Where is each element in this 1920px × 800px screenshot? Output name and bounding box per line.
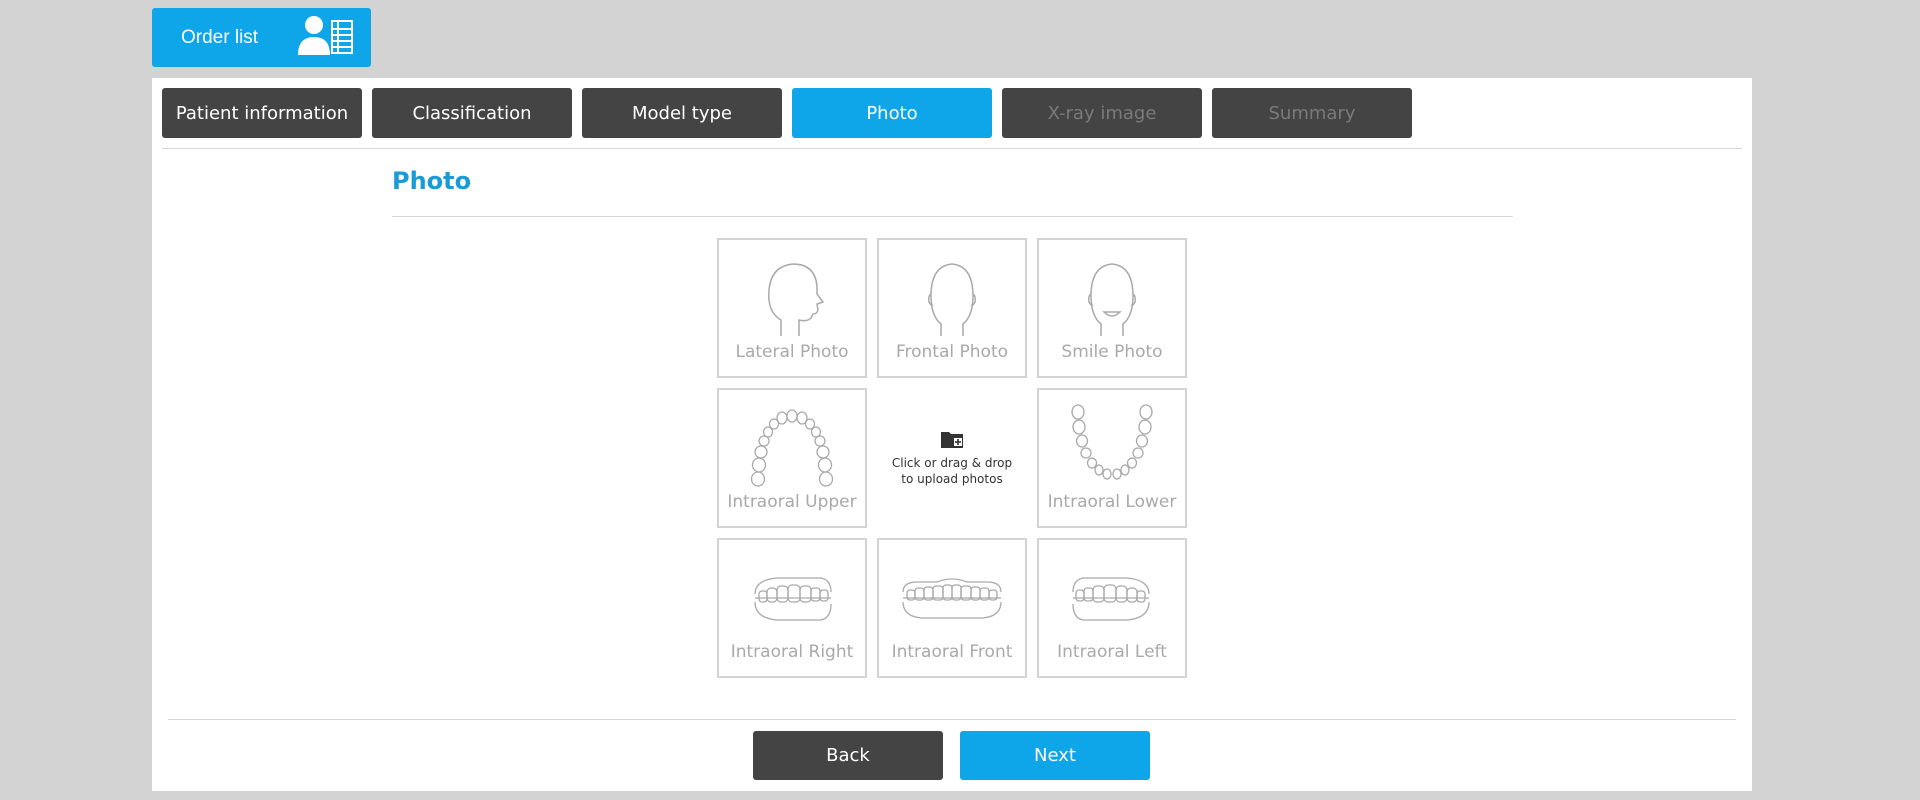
upload-hint-line2: to upload photos bbox=[901, 472, 1003, 486]
intraoral-lower-label: Intraoral Lower bbox=[1047, 492, 1177, 512]
teeth-front-icon bbox=[902, 578, 1002, 619]
intraoral-right-label: Intraoral Right bbox=[730, 642, 854, 662]
lateral-photo-label: Lateral Photo bbox=[735, 342, 849, 362]
frontal-photo-label: Frontal Photo bbox=[895, 342, 1009, 362]
smile-head-icon bbox=[1088, 263, 1136, 336]
order-list-button[interactable]: Order list bbox=[152, 8, 371, 67]
title-divider bbox=[392, 216, 1513, 217]
intraoral-upper-slot[interactable]: Intraoral Upper bbox=[717, 388, 867, 528]
lateral-photo-slot[interactable]: Lateral Photo bbox=[717, 238, 867, 378]
intraoral-front-label: Intraoral Front bbox=[891, 642, 1013, 662]
next-button[interactable]: Next bbox=[960, 731, 1150, 780]
intraoral-right-slot[interactable]: Intraoral Right bbox=[717, 538, 867, 678]
step-tabs: Patient information Classification Model… bbox=[162, 88, 1412, 138]
lower-arch-icon bbox=[1071, 404, 1153, 480]
main-panel: Patient information Classification Model… bbox=[152, 78, 1752, 791]
teeth-right-icon bbox=[754, 577, 832, 621]
upload-dropzone[interactable]: Click or drag & drop to upload photos bbox=[877, 388, 1027, 528]
frontal-photo-slot[interactable]: Frontal Photo bbox=[877, 238, 1027, 378]
order-list-label: Order list bbox=[181, 26, 259, 48]
back-button[interactable]: Back bbox=[753, 731, 943, 780]
upper-arch-icon bbox=[750, 409, 834, 487]
tab-x-ray-image: X-ray image bbox=[1002, 88, 1202, 138]
tab-patient-information[interactable]: Patient information bbox=[162, 88, 362, 138]
tabs-divider bbox=[162, 148, 1742, 149]
tab-classification[interactable]: Classification bbox=[372, 88, 572, 138]
intraoral-left-label: Intraoral Left bbox=[1057, 642, 1167, 662]
intraoral-upper-label: Intraoral Upper bbox=[727, 492, 857, 512]
folder-add-icon bbox=[941, 432, 963, 448]
intraoral-front-slot[interactable]: Intraoral Front bbox=[877, 538, 1027, 678]
section-title: Photo bbox=[392, 167, 472, 195]
intraoral-lower-slot[interactable]: Intraoral Lower bbox=[1037, 388, 1187, 528]
tab-photo[interactable]: Photo bbox=[792, 88, 992, 138]
tab-summary: Summary bbox=[1212, 88, 1412, 138]
lateral-head-icon bbox=[768, 263, 825, 336]
smile-photo-slot[interactable]: Smile Photo bbox=[1037, 238, 1187, 378]
teeth-left-icon bbox=[1072, 577, 1150, 621]
footer-divider bbox=[168, 719, 1736, 720]
tab-model-type[interactable]: Model type bbox=[582, 88, 782, 138]
intraoral-left-slot[interactable]: Intraoral Left bbox=[1037, 538, 1187, 678]
upload-hint-line1: Click or drag & drop bbox=[891, 456, 1013, 470]
smile-photo-label: Smile Photo bbox=[1061, 342, 1163, 362]
frontal-head-icon bbox=[928, 263, 976, 336]
patient-list-icon bbox=[296, 15, 354, 61]
